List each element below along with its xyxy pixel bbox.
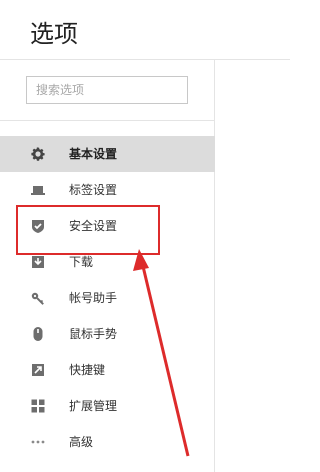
sidebar-item-label: 快捷键 <box>69 363 106 377</box>
shortcut-arrow-icon <box>32 364 44 376</box>
sidebar-item-tab-settings[interactable]: 标签设置 <box>0 172 215 208</box>
page-title: 选项 <box>30 20 78 48</box>
sidebar-item-label: 鼠标手势 <box>69 327 118 341</box>
sidebar-item-mouse-gestures[interactable]: 鼠标手势 <box>0 316 215 352</box>
more-dots-icon <box>31 440 45 444</box>
sidebar-item-shortcuts[interactable]: 快捷键 <box>0 352 215 388</box>
sidebar-item-basic-settings[interactable]: 基本设置 <box>0 136 215 172</box>
sidebar-item-extensions[interactable]: 扩展管理 <box>0 388 215 424</box>
laptop-icon <box>31 186 45 195</box>
sidebar-item-label: 扩展管理 <box>69 399 118 413</box>
sidebar-item-label: 帐号助手 <box>69 291 118 305</box>
gear-icon <box>31 147 45 161</box>
shield-check-icon <box>32 220 44 233</box>
sidebar-item-label: 下载 <box>69 255 94 269</box>
sidebar-item-label: 标签设置 <box>69 183 118 197</box>
sidebar: 基本设置 标签设置 安全设置 下载 帐号助手 <box>0 60 215 472</box>
search-input[interactable] <box>26 76 188 104</box>
sidebar-item-account-helper[interactable]: 帐号助手 <box>0 280 215 316</box>
sidebar-item-security-settings[interactable]: 安全设置 <box>0 208 215 244</box>
key-icon <box>31 292 44 305</box>
download-icon <box>32 256 44 268</box>
sidebar-item-label: 高级 <box>69 435 94 449</box>
mouse-icon <box>33 327 43 341</box>
header: 选项 <box>0 0 290 60</box>
sidebar-divider <box>0 120 215 121</box>
sidebar-item-label: 基本设置 <box>69 147 118 161</box>
extensions-grid-icon <box>31 399 45 413</box>
sidebar-item-advanced[interactable]: 高级 <box>0 424 215 460</box>
sidebar-item-downloads[interactable]: 下载 <box>0 244 215 280</box>
sidebar-item-label: 安全设置 <box>69 219 118 233</box>
